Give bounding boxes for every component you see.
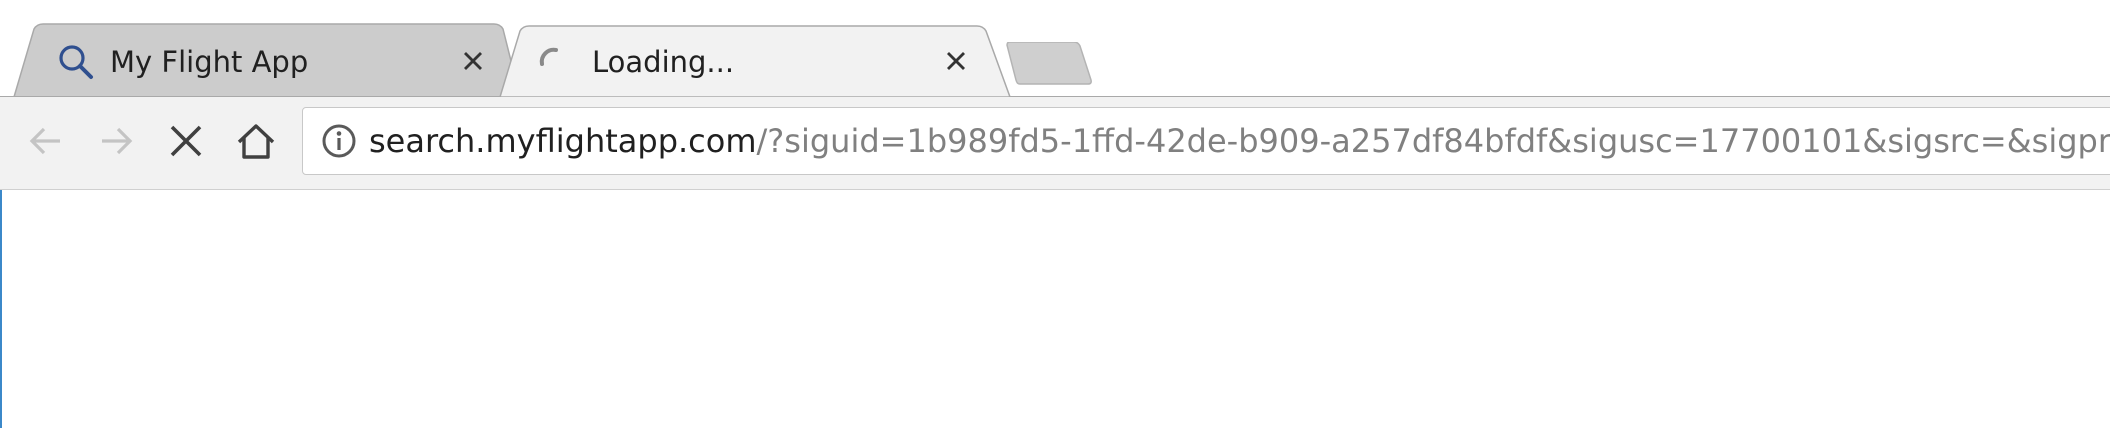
url-text[interactable]: search.myflightapp.com/?siguid=1b989fd5-… [369, 108, 2110, 174]
close-icon[interactable] [458, 46, 488, 76]
tab-title: Loading... [592, 45, 735, 79]
forward-arrow-icon[interactable] [92, 117, 140, 165]
close-icon[interactable] [941, 46, 971, 76]
tab-title: My Flight App [110, 45, 309, 79]
loading-spinner-icon [539, 47, 558, 66]
info-icon[interactable] [319, 121, 359, 161]
stop-icon[interactable] [162, 117, 210, 165]
address-bar[interactable]: search.myflightapp.com/?siguid=1b989fd5-… [302, 107, 2110, 175]
new-tab-button[interactable] [1004, 42, 1096, 86]
browser-toolbar: search.myflightapp.com/?siguid=1b989fd5-… [0, 97, 2110, 190]
home-icon[interactable] [232, 117, 280, 165]
back-arrow-icon[interactable] [22, 117, 70, 165]
url-path: /?siguid=1b989fd5-1ffd-42de-b909-a257df8… [756, 122, 2110, 160]
tab-strip: My Flight App Loading... [0, 0, 2110, 97]
search-icon [59, 45, 93, 79]
url-host: search.myflightapp.com [369, 122, 757, 160]
